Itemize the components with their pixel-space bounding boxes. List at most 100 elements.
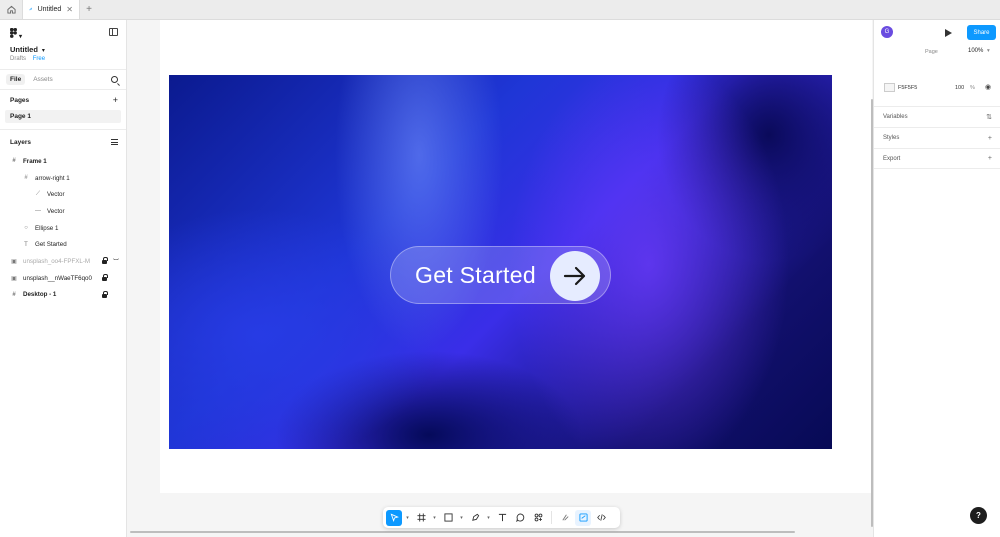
zoom-level[interactable]: 100% [968,48,983,54]
tab-untitled[interactable]: Untitled ✕ [22,0,80,19]
image-icon: ▣ [11,258,17,265]
layer-name: unsplash__nWaeTF6qo0 [23,274,92,282]
chevron-down-icon: ▾ [41,48,45,54]
home-button[interactable] [0,0,22,19]
ellipse-icon: ○ [24,225,28,232]
layer-row[interactable]: # Frame 1 [0,153,126,170]
layer-row[interactable]: ▣ unsplash__nWaeTF6qo0 [0,270,126,287]
section-label: Styles [883,135,900,141]
layer-name: unsplash_oo4-FPFXL-M [23,257,91,265]
chevron-down-icon[interactable]: ▾ [404,510,411,526]
file-header: ▾ Untitled ▾ Drafts Free [0,20,126,70]
text-icon [498,513,506,522]
layer-row[interactable]: ○ Ellipse 1 [0,220,126,237]
layer-row[interactable]: ▣ unsplash_oo4-FPFXL-M ︶ [0,253,126,270]
avatar[interactable]: G [881,26,893,38]
styles-section[interactable]: Styles + [874,127,1000,148]
file-icon [29,7,33,11]
layer-row[interactable]: # arrow-right 1 [0,170,126,187]
panel-toggle-icon[interactable] [109,28,118,36]
background-color-swatch[interactable] [884,83,895,92]
right-panel: G Share Page 100% ▾ F5F5F5 100 % ◉ Varia… [873,20,1000,537]
main-menu-button[interactable]: ▾ [10,28,22,40]
search-icon[interactable] [111,76,118,83]
horizontal-scrollbar[interactable] [130,531,795,533]
background-hex[interactable]: F5F5F5 [898,85,917,91]
ui3-tool-button[interactable] [557,510,573,526]
lock-icon[interactable] [102,273,108,281]
layers-heading: Layers [10,138,31,146]
variables-settings-icon[interactable]: ⇅ [986,113,992,121]
design-mode-button[interactable] [575,509,591,526]
frame-icon: # [12,158,16,165]
background-opacity[interactable]: 100 [955,85,964,91]
text-icon: T [24,241,28,248]
text-tool-button[interactable] [494,510,510,526]
file-title[interactable]: Untitled ▾ [10,45,45,54]
percent-sign: % [970,85,975,91]
home-icon [6,5,16,14]
layer-list: # Frame 1 # arrow-right 1 ⟋ Vector — Vector … [0,153,126,303]
layer-name: Vector [47,191,65,199]
chevron-down-icon[interactable]: ▾ [458,510,465,526]
share-button[interactable]: Share [967,25,996,40]
layer-row[interactable]: — Vector [0,203,126,220]
toolbar-divider [551,511,552,524]
dev-mode-button[interactable] [593,510,609,526]
arrow-right-icon [563,266,586,286]
move-tool-button[interactable] [386,509,402,526]
chevron-down-icon: ▾ [19,34,23,40]
sidebar-tabs: File Assets [0,70,126,90]
vector-icon: ⟋ [35,191,41,198]
comment-icon [515,513,524,522]
variables-section[interactable]: Variables ⇅ [874,106,1000,127]
play-icon[interactable] [945,29,952,37]
canvas[interactable]: Get Started [127,20,872,537]
get-started-button[interactable]: Get Started [390,246,611,304]
left-sidebar: ▾ Untitled ▾ Drafts Free File Assets Page… [0,20,127,537]
add-page-icon[interactable]: + [113,95,118,105]
frame-icon [416,513,426,522]
chevron-down-icon[interactable]: ▾ [987,48,990,54]
page-item[interactable]: Page 1 [5,110,121,123]
layer-name: Desktop - 1 [23,291,57,299]
export-section[interactable]: Export + [874,148,1000,169]
watermark-logo-icon [883,45,921,83]
design-mode-icon [578,513,588,522]
layers-list-icon[interactable] [111,139,118,145]
eye-icon[interactable]: ◉ [985,83,991,91]
layer-name: Ellipse 1 [35,224,59,232]
layer-row[interactable]: ⟋ Vector [0,186,126,203]
layer-row[interactable]: # Desktop - 1 [0,287,126,304]
frame-tool-button[interactable] [413,510,429,526]
frame-icon: # [12,291,16,298]
file-location[interactable]: Drafts [10,56,26,62]
layer-row[interactable]: T Get Started [0,236,126,253]
help-button[interactable]: ? [970,507,987,524]
add-export-icon[interactable]: + [988,155,992,162]
chevron-down-icon[interactable]: ▾ [485,510,492,526]
rectangle-icon [443,513,453,522]
close-tab-icon[interactable]: ✕ [66,5,73,14]
layer-name: Vector [47,207,65,215]
shape-tool-button[interactable] [440,510,456,526]
tab-file[interactable]: File [6,74,26,85]
get-started-label: Get Started [415,261,536,288]
chevron-down-icon[interactable]: ▾ [431,510,438,526]
actions-tool-button[interactable] [530,510,546,526]
pen-tool-button[interactable] [467,510,483,526]
layer-name: Get Started [35,241,67,249]
vector-icon: — [35,208,41,215]
plan-badge[interactable]: Free [33,56,45,62]
lock-icon[interactable] [102,257,108,265]
frame-1-artboard[interactable]: Get Started [169,75,832,449]
tab-assets[interactable]: Assets [29,74,57,85]
eye-closed-icon[interactable]: ︶ [113,257,119,266]
pages-heading: Pages [10,96,30,104]
new-tab-button[interactable]: + [80,0,98,19]
sparkle-icon [561,514,569,521]
lock-icon[interactable] [102,290,108,298]
frame-icon: # [24,175,28,182]
add-style-icon[interactable]: + [988,135,992,142]
comment-tool-button[interactable] [512,510,528,526]
